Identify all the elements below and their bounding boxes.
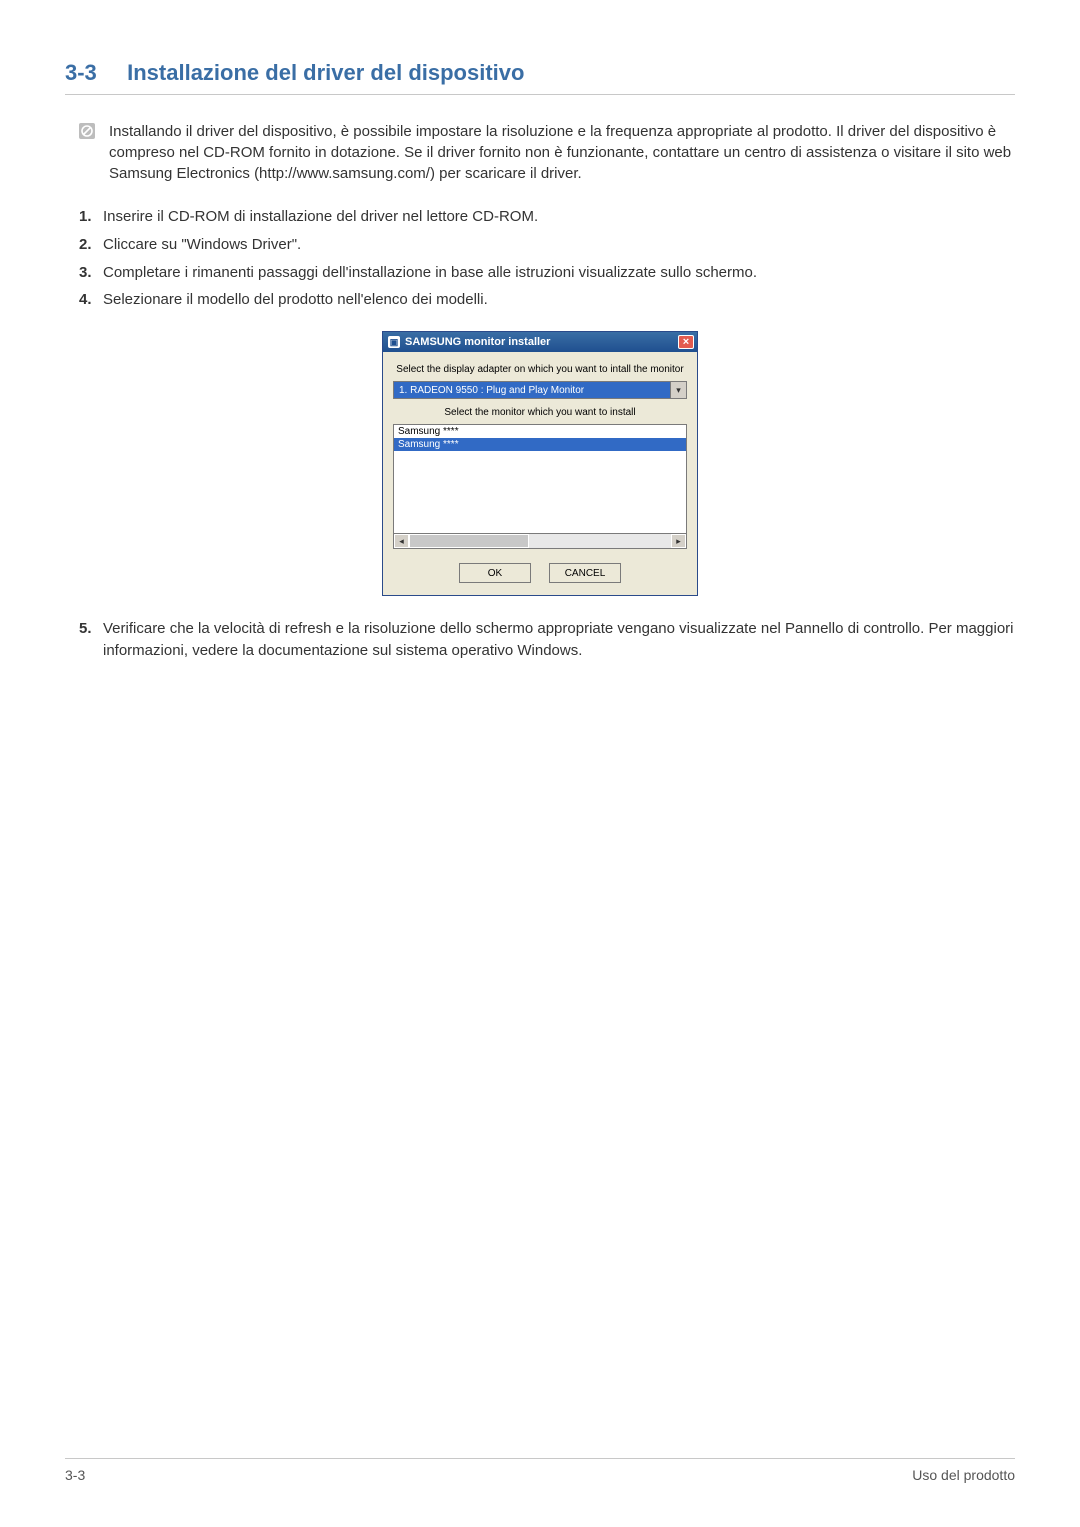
- scroll-left-icon[interactable]: ◂: [394, 534, 409, 548]
- info-icon: [79, 123, 95, 139]
- scroll-thumb[interactable]: [409, 534, 529, 548]
- step-item: Verificare che la velocità di refresh e …: [79, 618, 1015, 662]
- section-number: 3-3: [65, 60, 121, 86]
- close-icon[interactable]: ×: [678, 335, 694, 349]
- monitor-label: Select the monitor which you want to ins…: [393, 407, 687, 418]
- adapter-combobox[interactable]: 1. RADEON 9550 : Plug and Play Monitor ▾: [393, 381, 687, 399]
- steps-list-1: Inserire il CD-ROM di installazione del …: [79, 206, 1015, 311]
- scroll-right-icon[interactable]: ▸: [671, 534, 686, 548]
- section-title: Installazione del driver del dispositivo: [127, 60, 524, 85]
- step-item: Inserire il CD-ROM di installazione del …: [79, 206, 1015, 228]
- footer-right: Uso del prodotto: [912, 1467, 1015, 1483]
- dialog-titlebar: ▣ SAMSUNG monitor installer ×: [383, 332, 697, 352]
- footer-divider: [65, 1458, 1015, 1459]
- scroll-track[interactable]: [409, 534, 671, 548]
- cancel-button[interactable]: CANCEL: [549, 563, 621, 583]
- list-item[interactable]: Samsung ****: [394, 425, 686, 438]
- app-icon: ▣: [388, 336, 400, 348]
- dialog-title: SAMSUNG monitor installer: [405, 336, 550, 348]
- section-heading: 3-3 Installazione del driver del disposi…: [65, 60, 1015, 86]
- list-item[interactable]: Samsung ****: [394, 438, 686, 451]
- ok-button[interactable]: OK: [459, 563, 531, 583]
- step-item: Cliccare su "Windows Driver".: [79, 234, 1015, 256]
- horizontal-scrollbar[interactable]: ◂ ▸: [393, 534, 687, 549]
- adapter-selected: 1. RADEON 9550 : Plug and Play Monitor: [394, 382, 670, 398]
- installer-dialog: ▣ SAMSUNG monitor installer × Select the…: [382, 331, 698, 596]
- page-footer: 3-3 Uso del prodotto: [65, 1458, 1015, 1483]
- step-item: Selezionare il modello del prodotto nell…: [79, 289, 1015, 311]
- step-item: Completare i rimanenti passaggi dell'ins…: [79, 262, 1015, 284]
- chevron-down-icon[interactable]: ▾: [670, 382, 686, 398]
- adapter-label: Select the display adapter on which you …: [393, 364, 687, 375]
- steps-list-2: Verificare che la velocità di refresh e …: [79, 618, 1015, 662]
- monitor-listbox[interactable]: Samsung **** Samsung ****: [393, 424, 687, 534]
- info-callout: Installando il driver del dispositivo, è…: [79, 121, 1015, 184]
- footer-left: 3-3: [65, 1467, 85, 1483]
- info-text: Installando il driver del dispositivo, è…: [109, 121, 1015, 184]
- divider: [65, 94, 1015, 95]
